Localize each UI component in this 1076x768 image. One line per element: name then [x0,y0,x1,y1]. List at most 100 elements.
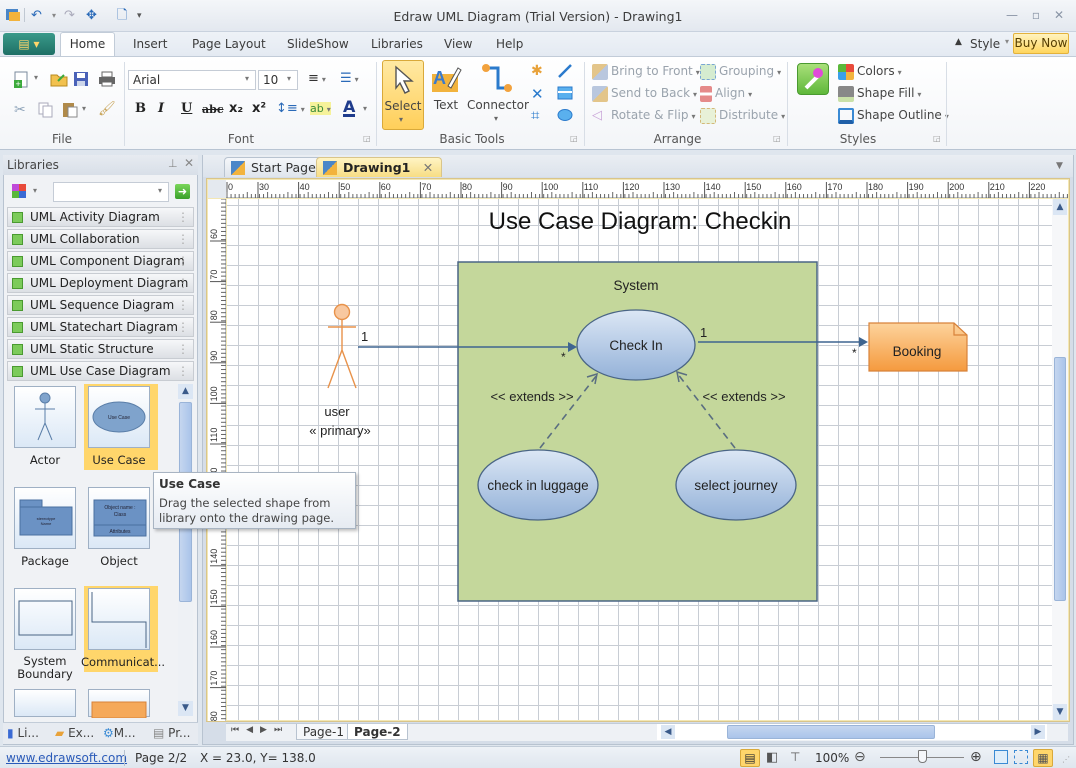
font-size-select[interactable]: 10 [258,70,298,90]
library-category[interactable]: UML Use Case Diagram ⋮ [7,361,194,381]
new-file-icon[interactable]: + [14,71,30,92]
font-color-dropdown-icon[interactable]: ▾ [363,104,367,113]
normal-view-button[interactable]: ▤ [740,749,760,767]
library-category[interactable]: UML Sequence Diagram ⋮ [7,295,194,315]
scroll-down-icon[interactable]: ▼ [1053,704,1067,720]
customize-qat-icon[interactable]: ▾ [137,7,142,25]
tab-help[interactable]: Help [496,37,523,51]
tab-view[interactable]: View [444,37,472,51]
zoom-region-icon[interactable] [1014,750,1028,764]
align-button[interactable]: Align ▾ [700,84,752,102]
tab-libraries-panel[interactable]: ▮ Li... [7,726,39,740]
style-menu[interactable]: Style [970,37,1000,51]
go-arrow-icon[interactable]: ➜ [175,184,190,199]
tab-drawing1[interactable]: Drawing1 ✕ [316,157,443,177]
collapse-ribbon-icon[interactable]: ▲ [955,37,962,47]
shape-more[interactable] [14,689,76,717]
tab-insert[interactable]: Insert [133,37,167,51]
scroll-up-icon[interactable]: ▲ [178,384,193,399]
library-category[interactable]: UML Activity Diagram ⋮ [7,207,194,227]
scroll-down-icon[interactable]: ▼ [178,701,193,716]
rotate-flip-button[interactable]: ◁ Rotate & Flip ▾ [592,106,695,124]
undo-icon[interactable]: ↶ [31,7,42,25]
vertical-scrollbar[interactable]: ▲ ▼ [1052,199,1068,720]
shape-more[interactable] [88,689,150,719]
close-tab-icon[interactable]: ✕ [423,160,433,175]
print-icon[interactable] [98,71,116,90]
library-menu-dropdown-icon[interactable]: ▾ [33,186,37,195]
open-file-icon[interactable] [50,71,68,90]
highlight-icon[interactable]: ab ▾ [310,102,331,115]
crop-tool-icon[interactable]: ⌗ [531,106,539,124]
zoom-slider-thumb[interactable] [918,750,927,763]
select-tool-button[interactable]: Select ▾ [382,60,424,130]
tab-slideshow[interactable]: SlideShow [287,37,349,51]
tab-macros[interactable]: ⚙M... [103,726,136,740]
quick-styles-button[interactable] [797,63,829,95]
diagram-title[interactable]: Use Case Diagram: Checkin [489,208,792,235]
cross-tool-icon[interactable]: ✕ [531,85,544,103]
basic-tools-dialog-launcher-icon[interactable]: ◲ [570,134,578,143]
tab-properties[interactable]: ▤ Pr... [153,726,190,740]
action-icon[interactable]: ✱ [531,63,543,79]
rectangle-tool-icon[interactable] [557,86,573,103]
page-nav-buttons[interactable]: ⏮◀▶⏭ [231,725,289,735]
library-category[interactable]: UML Deployment Diagram ⋮ [7,273,194,293]
cut-icon[interactable]: ✂ [14,102,26,118]
library-search-input[interactable] [53,182,169,202]
font-family-select[interactable]: Arial [128,70,256,90]
shape-package[interactable]: stereotype Name [14,487,76,549]
grouping-button[interactable]: Grouping ▾ [700,62,781,80]
styles-dialog-launcher-icon[interactable]: ◲ [933,134,941,143]
scroll-thumb[interactable] [727,725,935,739]
app-icon[interactable] [5,7,21,25]
application-menu-button[interactable]: ▤ ▾ [3,33,55,55]
library-search-dropdown-icon[interactable]: ▾ [158,186,162,195]
ellipse-tool-icon[interactable] [557,108,573,125]
scroll-left-icon[interactable]: ◀ [661,725,675,739]
shape-actor[interactable] [14,386,76,448]
shape-system-boundary[interactable] [14,588,76,650]
minimize-button[interactable]: — [1003,8,1021,22]
library-menu-icon[interactable] [12,184,26,198]
library-category[interactable]: UML Statechart Diagram ⋮ [7,317,194,337]
connector-tool-button[interactable]: Connector [467,98,529,112]
strikethrough-button[interactable]: abc [202,103,224,116]
tab-libraries[interactable]: Libraries [371,37,423,51]
format-painter-icon[interactable]: 🖌 [98,101,116,117]
tab-home[interactable]: Home [60,32,115,57]
underline-button[interactable]: U [181,101,192,116]
scroll-thumb[interactable] [1054,357,1066,601]
close-panel-icon[interactable]: ✕ [184,156,194,170]
maximize-button[interactable]: ▫ [1027,8,1045,22]
distribute-button[interactable]: Distribute ▾ [700,106,785,124]
full-screen-view-button[interactable]: ◧ [766,750,778,765]
style-dropdown-icon[interactable]: ▾ [1005,37,1009,46]
library-category[interactable]: UML Component Diagram ⋮ [7,251,194,271]
font-dialog-launcher-icon[interactable]: ◲ [363,134,371,143]
connector-dropdown-icon[interactable]: ▾ [494,114,498,123]
scroll-up-icon[interactable]: ▲ [1053,199,1067,215]
scroll-right-icon[interactable]: ▶ [1031,725,1045,739]
move-icon[interactable]: ✥ [86,7,97,25]
redo-icon[interactable]: ↷ [64,7,75,25]
copy-icon[interactable] [38,102,54,121]
actor-user[interactable] [327,303,357,389]
line-tool-icon[interactable] [557,63,573,82]
shape-fill-button[interactable]: Shape Fill ▾ [838,84,921,102]
line-spacing-icon[interactable]: ↕≡ ▾ [276,101,305,116]
connector-tool-icon[interactable] [480,62,514,97]
undo-dropdown-icon[interactable]: ▾ [52,7,56,25]
align-text-icon[interactable]: ≡ ▾ [308,71,326,86]
superscript-button[interactable]: x² [252,101,266,116]
paste-icon[interactable] [62,101,78,121]
bring-to-front-button[interactable]: Bring to Front ▾ [592,62,700,80]
page-tab-2[interactable]: Page-2 [347,724,408,740]
library-category[interactable]: UML Collaboration Diagram⋮ [7,229,194,264]
text-tool-icon[interactable]: A [430,62,462,97]
bold-button[interactable]: B [135,101,146,116]
grid-toggle-button[interactable]: ▦ [1033,749,1053,767]
shape-object[interactable]: Object name : Class Attributes [88,487,150,549]
tab-list-dropdown-icon[interactable]: ▼ [1056,161,1063,171]
tab-page-layout[interactable]: Page Layout [192,37,266,51]
